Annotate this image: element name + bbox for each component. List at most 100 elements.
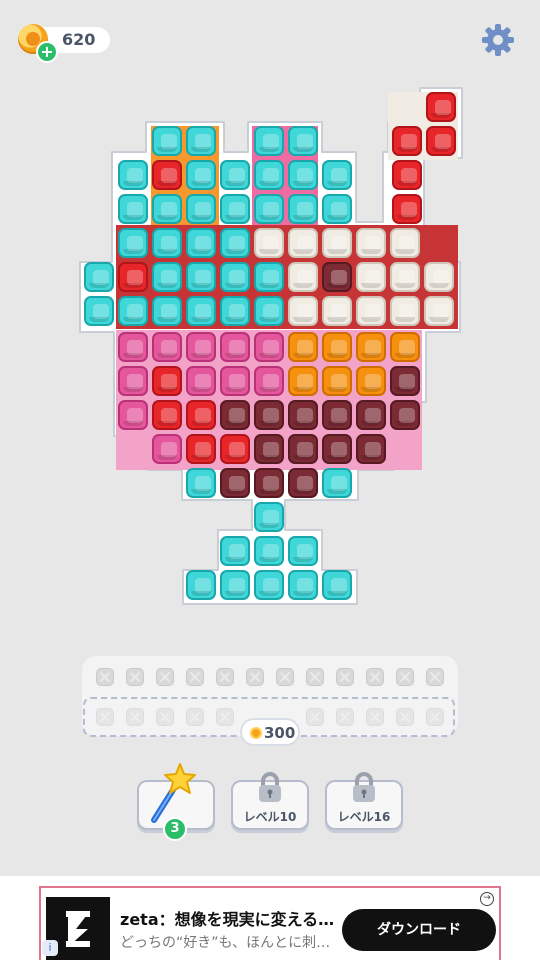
tile[interactable] [390, 228, 420, 258]
ad-download-button[interactable]: ダウンロード [342, 909, 496, 951]
tile[interactable] [254, 468, 284, 498]
tile[interactable] [118, 194, 148, 224]
tile[interactable] [322, 570, 352, 600]
tile[interactable] [288, 570, 318, 600]
tile[interactable] [186, 160, 216, 190]
tile[interactable] [220, 468, 250, 498]
tile[interactable] [322, 194, 352, 224]
tile[interactable] [186, 296, 216, 326]
tile[interactable] [186, 366, 216, 396]
tile[interactable] [152, 366, 182, 396]
tile[interactable] [186, 126, 216, 156]
tile[interactable] [220, 160, 250, 190]
tile[interactable] [390, 262, 420, 292]
tile[interactable] [84, 262, 114, 292]
tile[interactable] [220, 434, 250, 464]
tile[interactable] [322, 332, 352, 362]
tile[interactable] [254, 296, 284, 326]
tile[interactable] [288, 126, 318, 156]
tile[interactable] [322, 400, 352, 430]
tile[interactable] [288, 468, 318, 498]
tile[interactable] [254, 400, 284, 430]
tile[interactable] [322, 468, 352, 498]
tile[interactable] [152, 434, 182, 464]
tile[interactable] [186, 262, 216, 292]
tile[interactable] [288, 434, 318, 464]
tile[interactable] [254, 262, 284, 292]
tile[interactable] [152, 126, 182, 156]
tile[interactable] [152, 194, 182, 224]
tile[interactable] [152, 228, 182, 258]
tile[interactable] [152, 160, 182, 190]
tile[interactable] [356, 400, 386, 430]
tile[interactable] [254, 228, 284, 258]
tile[interactable] [322, 366, 352, 396]
tile[interactable] [220, 262, 250, 292]
tile[interactable] [356, 332, 386, 362]
tile[interactable] [392, 194, 422, 224]
tile[interactable] [220, 194, 250, 224]
tile[interactable] [254, 536, 284, 566]
tile[interactable] [288, 332, 318, 362]
tile[interactable] [288, 160, 318, 190]
tile[interactable] [288, 366, 318, 396]
tile[interactable] [322, 160, 352, 190]
tile[interactable] [118, 400, 148, 430]
tile[interactable] [322, 228, 352, 258]
tile[interactable] [392, 126, 422, 156]
tile[interactable] [254, 434, 284, 464]
tile[interactable] [186, 570, 216, 600]
tile[interactable] [118, 296, 148, 326]
tile[interactable] [254, 126, 284, 156]
tile[interactable] [426, 126, 456, 156]
tile[interactable] [152, 262, 182, 292]
tile[interactable] [118, 228, 148, 258]
ad-info-icon[interactable]: i [42, 940, 58, 956]
unlock-slots-button[interactable]: 300 [240, 718, 300, 746]
tile[interactable] [220, 536, 250, 566]
tile[interactable] [390, 296, 420, 326]
tile[interactable] [220, 332, 250, 362]
tile[interactable] [186, 434, 216, 464]
tile[interactable] [254, 570, 284, 600]
tile[interactable] [356, 434, 386, 464]
tile[interactable] [254, 366, 284, 396]
tile[interactable] [254, 332, 284, 362]
tile[interactable] [220, 228, 250, 258]
tile[interactable] [152, 400, 182, 430]
tile[interactable] [356, 262, 386, 292]
tile[interactable] [254, 194, 284, 224]
tile[interactable] [118, 160, 148, 190]
tile[interactable] [390, 400, 420, 430]
tile[interactable] [118, 262, 148, 292]
tile[interactable] [322, 262, 352, 292]
tile[interactable] [220, 366, 250, 396]
tile[interactable] [424, 296, 454, 326]
tile[interactable] [390, 332, 420, 362]
tile[interactable] [84, 296, 114, 326]
tile[interactable] [152, 332, 182, 362]
tile[interactable] [186, 400, 216, 430]
tile[interactable] [426, 92, 456, 122]
tile[interactable] [254, 502, 284, 532]
tile[interactable] [392, 160, 422, 190]
tile[interactable] [322, 296, 352, 326]
tile[interactable] [356, 296, 386, 326]
ad-options-icon[interactable]: → [480, 892, 494, 906]
tile[interactable] [288, 194, 318, 224]
tile[interactable] [288, 262, 318, 292]
tile[interactable] [424, 262, 454, 292]
tile[interactable] [254, 160, 284, 190]
tile[interactable] [118, 332, 148, 362]
tile[interactable] [390, 366, 420, 396]
tile[interactable] [186, 468, 216, 498]
tile[interactable] [186, 228, 216, 258]
tile[interactable] [356, 228, 386, 258]
tile[interactable] [186, 194, 216, 224]
tile[interactable] [220, 296, 250, 326]
tile[interactable] [288, 296, 318, 326]
tile[interactable] [152, 296, 182, 326]
tile[interactable] [220, 400, 250, 430]
tile[interactable] [186, 332, 216, 362]
tile[interactable] [322, 434, 352, 464]
